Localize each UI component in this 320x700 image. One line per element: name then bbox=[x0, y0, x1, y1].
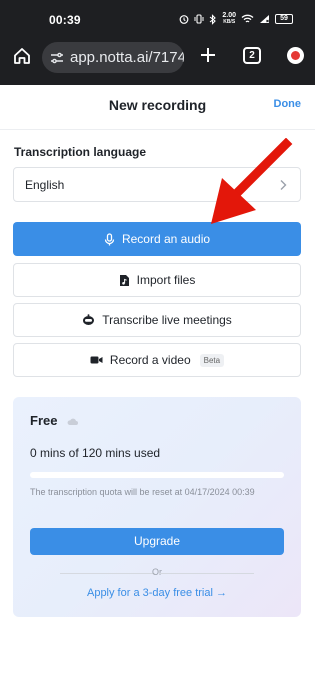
browser-chrome: 00:39 2.00 KB/S 59 app.notta.ai/7174 2 bbox=[0, 0, 315, 85]
language-select-value: English bbox=[25, 178, 65, 192]
usage-text: 0 mins of 120 mins used bbox=[30, 446, 161, 460]
address-bar[interactable]: app.notta.ai/7174 bbox=[42, 42, 184, 73]
network-speed: 2.00 KB/S bbox=[222, 12, 236, 25]
cell-signal-icon bbox=[260, 15, 269, 23]
or-divider: Or bbox=[30, 567, 284, 579]
plan-name: Free bbox=[30, 413, 58, 428]
cloud-icon bbox=[67, 418, 78, 425]
page-header: New recording Done bbox=[0, 85, 315, 130]
free-plan-card: Free 0 mins of 120 mins used The transcr… bbox=[13, 397, 301, 617]
status-icons: 2.00 KB/S 59 bbox=[179, 12, 293, 26]
battery-indicator: 59 bbox=[275, 14, 293, 24]
site-settings-icon[interactable] bbox=[49, 50, 65, 66]
new-tab-icon[interactable] bbox=[199, 46, 217, 64]
alarm-icon bbox=[179, 15, 189, 24]
status-bar: 00:39 2.00 KB/S 59 bbox=[0, 0, 315, 38]
file-music-icon bbox=[119, 274, 129, 286]
record-audio-label: Record an audio bbox=[121, 232, 211, 246]
import-files-label: Import files bbox=[136, 273, 196, 287]
import-files-button[interactable]: Import files bbox=[13, 263, 301, 297]
transcription-language-label: Transcription language bbox=[14, 145, 147, 159]
chevron-right-icon bbox=[280, 180, 287, 190]
tab-switcher-button[interactable]: 2 bbox=[243, 47, 261, 64]
record-audio-button[interactable]: Record an audio bbox=[13, 222, 301, 256]
beta-badge: Beta bbox=[199, 353, 225, 367]
upgrade-button[interactable]: Upgrade bbox=[30, 528, 284, 555]
language-select[interactable]: English bbox=[13, 167, 301, 202]
url-text: app.notta.ai/7174 bbox=[70, 49, 184, 66]
microphone-icon bbox=[104, 232, 115, 245]
quota-reset-note: The transcription quota will be reset at… bbox=[30, 487, 255, 497]
bluetooth-icon bbox=[210, 13, 217, 25]
network-speed-unit: KB/S bbox=[223, 19, 236, 25]
usage-progress-bar bbox=[30, 472, 284, 478]
or-label: Or bbox=[152, 567, 162, 577]
page-title: New recording bbox=[108, 97, 207, 113]
bot-icon bbox=[83, 314, 95, 325]
free-trial-link[interactable]: Apply for a 3-day free trial → bbox=[13, 587, 301, 599]
wifi-icon bbox=[241, 14, 254, 23]
browser-toolbar: app.notta.ai/7174 2 bbox=[0, 38, 315, 85]
vibrate-icon bbox=[194, 14, 204, 24]
status-time: 00:39 bbox=[49, 13, 81, 27]
record-video-button[interactable]: Record a video Beta bbox=[13, 343, 301, 377]
record-video-label: Record a video bbox=[109, 353, 191, 367]
transcribe-live-meetings-button[interactable]: Transcribe live meetings bbox=[13, 303, 301, 337]
transcribe-live-meetings-label: Transcribe live meetings bbox=[102, 313, 232, 327]
video-camera-icon bbox=[90, 356, 103, 364]
home-icon[interactable] bbox=[12, 46, 32, 66]
record-extension-icon[interactable] bbox=[287, 47, 304, 64]
divider-line-right bbox=[159, 573, 254, 574]
done-button[interactable]: Done bbox=[274, 98, 302, 110]
